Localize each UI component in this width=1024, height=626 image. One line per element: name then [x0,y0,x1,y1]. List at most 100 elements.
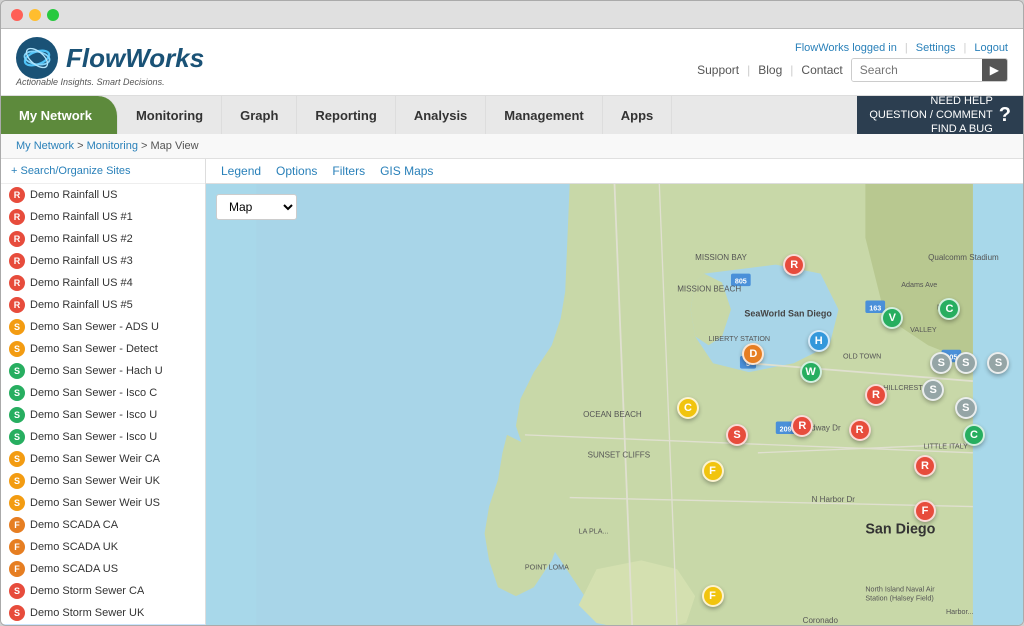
svg-text:OLD TOWN: OLD TOWN [843,353,881,361]
svg-text:163: 163 [869,304,881,312]
site-badge: S [9,319,25,335]
map-marker[interactable]: V [881,307,903,329]
help-icon: ? [999,102,1011,128]
search-button[interactable]: ▶ [982,59,1007,81]
map-marker[interactable]: R [849,419,871,441]
svg-text:VALLEY: VALLEY [910,326,937,334]
map-marker[interactable]: S [922,379,944,401]
tab-options[interactable]: Options [276,164,317,178]
site-name: Demo San Sewer - ADS U [30,321,159,333]
tab-legend[interactable]: Legend [221,164,261,178]
site-item[interactable]: R Demo Rainfall US #2 [1,228,205,250]
breadcrumb-my-network[interactable]: My Network [16,140,74,152]
help-button[interactable]: NEED HELP QUESTION / COMMENT FIND A BUG … [857,96,1023,134]
site-name: Demo Rainfall US [30,189,117,201]
search-box: ▶ [851,58,1008,82]
breadcrumb-monitoring[interactable]: Monitoring [87,140,138,152]
map-marker[interactable]: F [914,500,936,522]
site-badge: F [9,539,25,555]
svg-text:SeaWorld San Diego: SeaWorld San Diego [744,309,832,319]
site-badge: R [9,275,25,291]
nav-monitoring[interactable]: Monitoring [118,96,222,134]
site-item[interactable]: S Demo San Sewer Weir UK [1,470,205,492]
svg-text:OCEAN BEACH: OCEAN BEACH [583,410,642,419]
site-badge: R [9,253,25,269]
tab-gis-maps[interactable]: GIS Maps [380,164,433,178]
map-type-selector[interactable]: Map Satellite Hybrid [216,194,297,220]
map-marker[interactable]: S [726,424,748,446]
site-item[interactable]: S Demo Storm Sewer CA [1,580,205,602]
map-marker[interactable]: D [742,343,764,365]
map-marker[interactable]: H [808,330,830,352]
map-marker[interactable]: C [963,424,985,446]
site-item[interactable]: R Demo Rainfall US #5 [1,294,205,316]
map-marker[interactable]: S [955,397,977,419]
map-type-dropdown[interactable]: Map Satellite Hybrid [216,194,297,220]
nav-reporting[interactable]: Reporting [297,96,395,134]
map-background: 5 209 805 163 805 SeaWorld San Diego MIS… [206,184,1023,626]
tab-filters[interactable]: Filters [332,164,365,178]
svg-text:Station (Halsey Field): Station (Halsey Field) [865,595,933,603]
map-marker[interactable]: F [702,460,724,482]
main-nav: My Network Monitoring Graph Reporting An… [1,96,1023,134]
map-marker[interactable]: S [987,352,1009,374]
site-item[interactable]: F Demo SCADA UK [1,536,205,558]
contact-link[interactable]: Contact [801,63,842,77]
map-marker[interactable]: F [702,585,724,607]
site-item[interactable]: S Demo San Sewer - Isco U [1,404,205,426]
site-item[interactable]: S Demo San Sewer - Isco U [1,426,205,448]
site-item[interactable]: S Demo San Sewer - Isco C [1,382,205,404]
site-item[interactable]: S Demo San Sewer Weir US [1,492,205,514]
logged-in-link[interactable]: FlowWorks logged in [795,42,897,54]
nav-apps[interactable]: Apps [603,96,673,134]
blog-link[interactable]: Blog [758,63,782,77]
close-button[interactable] [11,9,23,21]
search-input[interactable] [852,59,982,81]
map-container[interactable]: 5 209 805 163 805 SeaWorld San Diego MIS… [206,184,1023,626]
logout-link[interactable]: Logout [974,42,1008,54]
site-item[interactable]: S Demo Storm Sewer UK [1,602,205,624]
site-item[interactable]: R Demo Rainfall US [1,184,205,206]
nav-analysis[interactable]: Analysis [396,96,486,134]
header-nav: Support | Blog | Contact ▶ [697,58,1008,82]
site-item[interactable]: F Demo SCADA CA [1,514,205,536]
site-item[interactable]: S Demo San Sewer - Hach U [1,360,205,382]
nav-management[interactable]: Management [486,96,602,134]
maximize-button[interactable] [47,9,59,21]
site-badge: R [9,297,25,313]
site-item[interactable]: S Demo San Sewer - ADS U [1,316,205,338]
content-area: + Search/Organize Sites R Demo Rainfall … [1,159,1023,626]
site-badge: S [9,429,25,445]
site-badge: S [9,385,25,401]
site-badge: S [9,583,25,599]
support-link[interactable]: Support [697,63,739,77]
site-item[interactable]: R Demo Rainfall US #3 [1,250,205,272]
map-marker[interactable]: C [677,397,699,419]
site-item[interactable]: S Demo San Sewer - Detect [1,338,205,360]
top-links: FlowWorks logged in | Settings | Logout [795,42,1008,54]
map-marker[interactable]: S [930,352,952,374]
site-item[interactable]: R Demo Rainfall US #4 [1,272,205,294]
site-item[interactable]: S Demo San Sewer Weir CA [1,448,205,470]
map-marker[interactable]: R [783,254,805,276]
site-name: Demo SCADA US [30,563,118,575]
site-item[interactable]: F Demo SCADA US [1,558,205,580]
nav-graph[interactable]: Graph [222,96,297,134]
map-marker[interactable]: C [938,298,960,320]
map-marker[interactable]: S [955,352,977,374]
map-marker[interactable]: R [791,415,813,437]
site-name: Demo Rainfall US #4 [30,277,133,289]
site-name: Demo San Sewer - Isco C [30,387,157,399]
map-marker[interactable]: W [800,361,822,383]
site-name: Demo Rainfall US #3 [30,255,133,267]
settings-link[interactable]: Settings [916,42,956,54]
help-line2: QUESTION / COMMENT [869,108,992,122]
site-badge: F [9,561,25,577]
map-marker[interactable]: R [865,384,887,406]
search-organize-sites[interactable]: + Search/Organize Sites [1,159,205,184]
minimize-button[interactable] [29,9,41,21]
site-item[interactable]: R Demo Rainfall US #1 [1,206,205,228]
nav-my-network[interactable]: My Network [1,96,118,134]
site-badge: R [9,231,25,247]
map-marker[interactable]: R [914,455,936,477]
